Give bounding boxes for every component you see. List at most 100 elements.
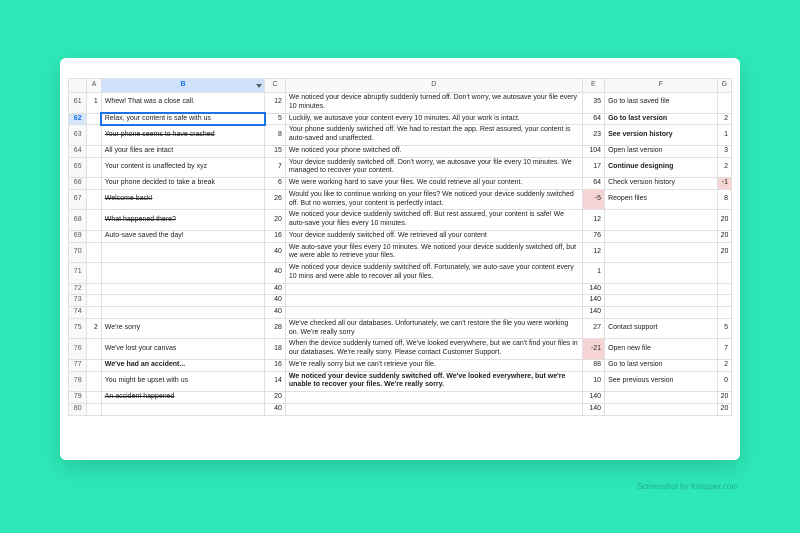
column-header-F[interactable]: F	[605, 79, 718, 93]
cell-G71[interactable]	[717, 263, 731, 284]
cell-D73[interactable]	[285, 295, 582, 307]
cell-B78[interactable]: You might be upset with us	[101, 371, 265, 392]
cell-B79[interactable]: An accident happened	[101, 392, 265, 404]
cell-G79[interactable]: 20	[717, 392, 731, 404]
cell-B65[interactable]: Your content is unaffected by xyz	[101, 157, 265, 178]
row-header-71[interactable]: 71	[69, 263, 87, 284]
column-header-A[interactable]: A	[87, 79, 101, 93]
cell-C64[interactable]: 15	[265, 145, 285, 157]
cell-A79[interactable]	[87, 392, 101, 404]
row-header-73[interactable]: 73	[69, 295, 87, 307]
cell-D71[interactable]: We noticed your device suddenly switched…	[285, 263, 582, 284]
cell-E69[interactable]: 76	[582, 230, 605, 242]
column-header-row[interactable]: ABCDEFG	[69, 79, 732, 93]
cell-C79[interactable]: 20	[265, 392, 285, 404]
cell-C76[interactable]: 18	[265, 339, 285, 360]
cell-F76[interactable]: Open new file	[605, 339, 718, 360]
cell-E70[interactable]: 12	[582, 242, 605, 263]
cell-F71[interactable]	[605, 263, 718, 284]
cell-E78[interactable]: 10	[582, 371, 605, 392]
row-header-72[interactable]: 72	[69, 283, 87, 295]
cell-C69[interactable]: 16	[265, 230, 285, 242]
cell-F62[interactable]: Go to last version	[605, 113, 718, 125]
cell-B69[interactable]: Auto-save saved the day!	[101, 230, 265, 242]
cell-C78[interactable]: 14	[265, 371, 285, 392]
cell-C62[interactable]: 5	[265, 113, 285, 125]
cell-C72[interactable]: 40	[265, 283, 285, 295]
cell-B71[interactable]	[101, 263, 265, 284]
cell-B63[interactable]: Your phone seems to have crashed	[101, 125, 265, 146]
cell-B61[interactable]: Whew! That was a close call.	[101, 93, 265, 114]
cell-F73[interactable]	[605, 295, 718, 307]
cell-E62[interactable]: 64	[582, 113, 605, 125]
corner-cell[interactable]	[69, 79, 87, 93]
row-header-68[interactable]: 68	[69, 210, 87, 231]
column-header-G[interactable]: G	[717, 79, 731, 93]
cell-F80[interactable]	[605, 403, 718, 415]
cell-C63[interactable]: 8	[265, 125, 285, 146]
cell-F69[interactable]	[605, 230, 718, 242]
row-header-69[interactable]: 69	[69, 230, 87, 242]
cell-E77[interactable]: 88	[582, 359, 605, 371]
cell-C77[interactable]: 16	[265, 359, 285, 371]
cell-G69[interactable]: 20	[717, 230, 731, 242]
cell-F78[interactable]: See previous version	[605, 371, 718, 392]
cell-E75[interactable]: 27	[582, 318, 605, 339]
cell-G77[interactable]: 2	[717, 359, 731, 371]
cell-D67[interactable]: Would you like to continue working on yo…	[285, 189, 582, 210]
cell-G62[interactable]: 2	[717, 113, 731, 125]
cell-G80[interactable]: 20	[717, 403, 731, 415]
cell-A75[interactable]: 2	[87, 318, 101, 339]
cell-D75[interactable]: We've checked all our databases. Unfortu…	[285, 318, 582, 339]
column-menu-dropdown-icon[interactable]	[256, 84, 262, 88]
cell-D61[interactable]: We noticed your device abruptly suddenly…	[285, 93, 582, 114]
spreadsheet[interactable]: ABCDEFG 611Whew! That was a close call.1…	[68, 78, 732, 452]
column-header-E[interactable]: E	[582, 79, 605, 93]
cell-G63[interactable]: 1	[717, 125, 731, 146]
cell-G74[interactable]	[717, 307, 731, 319]
cell-G73[interactable]	[717, 295, 731, 307]
row-header-75[interactable]: 75	[69, 318, 87, 339]
column-header-C[interactable]: C	[265, 79, 285, 93]
cell-G65[interactable]: 2	[717, 157, 731, 178]
cell-B77[interactable]: We've had an accident...	[101, 359, 265, 371]
cell-F77[interactable]: Go to last version	[605, 359, 718, 371]
cell-B80[interactable]	[101, 403, 265, 415]
column-header-B[interactable]: B	[101, 79, 265, 93]
cell-A61[interactable]: 1	[87, 93, 101, 114]
grid[interactable]: ABCDEFG 611Whew! That was a close call.1…	[68, 78, 732, 416]
cell-F65[interactable]: Continue designing	[605, 157, 718, 178]
cell-D63[interactable]: Your phone suddenly switched off. We had…	[285, 125, 582, 146]
cell-E64[interactable]: 104	[582, 145, 605, 157]
cell-A64[interactable]	[87, 145, 101, 157]
cell-E63[interactable]: 23	[582, 125, 605, 146]
row-header-74[interactable]: 74	[69, 307, 87, 319]
cell-D69[interactable]: Your device suddenly switched off. We re…	[285, 230, 582, 242]
cell-F61[interactable]: Go to last saved file	[605, 93, 718, 114]
cell-E61[interactable]: 35	[582, 93, 605, 114]
cell-G76[interactable]: 7	[717, 339, 731, 360]
cell-B62[interactable]: Relax, your content is safe with us	[101, 113, 265, 125]
cell-A68[interactable]	[87, 210, 101, 231]
cell-C74[interactable]: 40	[265, 307, 285, 319]
cell-B70[interactable]	[101, 242, 265, 263]
cell-E73[interactable]: 140	[582, 295, 605, 307]
cell-A80[interactable]	[87, 403, 101, 415]
row-header-61[interactable]: 61	[69, 93, 87, 114]
cell-D76[interactable]: When the device suddenly turned off, We'…	[285, 339, 582, 360]
cell-F79[interactable]	[605, 392, 718, 404]
cell-D72[interactable]	[285, 283, 582, 295]
cell-G72[interactable]	[717, 283, 731, 295]
cell-C80[interactable]: 40	[265, 403, 285, 415]
cell-C65[interactable]: 7	[265, 157, 285, 178]
cell-E80[interactable]: 140	[582, 403, 605, 415]
cell-G61[interactable]	[717, 93, 731, 114]
cell-B73[interactable]	[101, 295, 265, 307]
cell-G68[interactable]: 20	[717, 210, 731, 231]
cell-F70[interactable]	[605, 242, 718, 263]
cell-D80[interactable]	[285, 403, 582, 415]
cell-G66[interactable]: -1	[717, 178, 731, 190]
column-header-D[interactable]: D	[285, 79, 582, 93]
cell-E67[interactable]: -5	[582, 189, 605, 210]
cell-D74[interactable]	[285, 307, 582, 319]
